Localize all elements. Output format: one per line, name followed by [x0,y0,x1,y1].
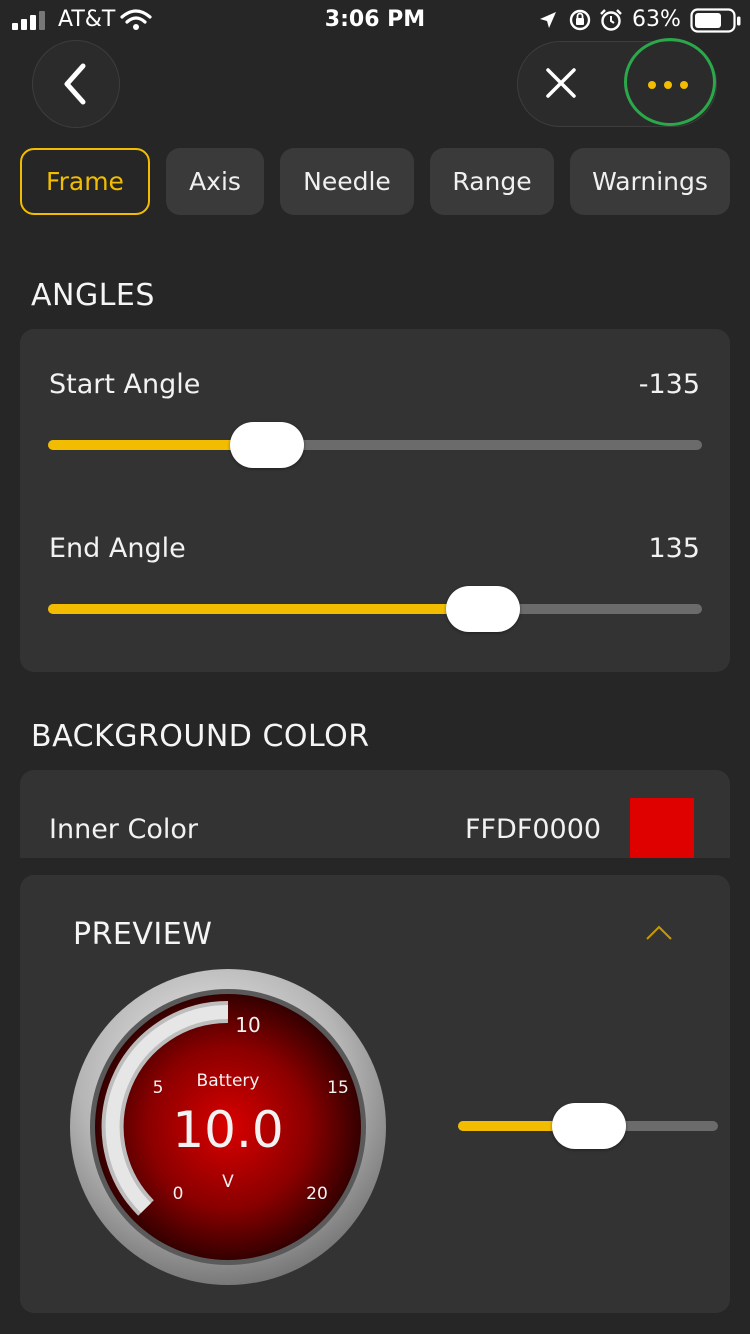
chevron-left-icon [64,63,86,105]
gauge-tick-20: 20 [306,1184,328,1204]
end-angle-slider[interactable] [48,586,702,632]
slider-thumb[interactable] [446,586,520,632]
start-angle-label: Start Angle [49,369,201,400]
start-angle-slider[interactable] [48,422,702,468]
tab-label: Needle [303,167,391,196]
gauge-reading: 10.0 [172,1101,283,1159]
preview-panel: PREVIEW 10 5 15 0 20 Battery 10.0 V [20,875,730,1313]
preview-value-slider[interactable] [458,1103,718,1149]
angles-title: ANGLES [31,278,155,313]
inner-color-swatch[interactable] [630,798,694,858]
battery-icon [690,8,741,33]
end-angle-value: 135 [648,533,700,564]
close-button[interactable] [518,42,606,126]
gauge-tick-0: 0 [173,1184,184,1204]
tab-label: Axis [189,167,241,196]
background-color-card: Inner Color FFDF0000 [20,770,730,858]
tab-warnings[interactable]: Warnings [570,148,730,215]
gauge-tick-15: 15 [327,1078,349,1098]
slider-fill [48,604,482,614]
back-button[interactable] [32,40,120,128]
tab-frame[interactable]: Frame [20,148,150,215]
slider-thumb[interactable] [552,1103,626,1149]
location-icon [540,12,556,28]
tab-label: Frame [46,167,124,196]
gauge-tick-5: 5 [153,1078,164,1098]
preview-title: PREVIEW [73,917,213,952]
highlight-circle [624,38,716,126]
gauge-unit: V [222,1172,234,1192]
tab-needle[interactable]: Needle [280,148,414,215]
inner-color-label: Inner Color [49,814,198,845]
end-angle-label: End Angle [49,533,186,564]
tab-axis[interactable]: Axis [166,148,264,215]
battery-percent: 63% [632,7,681,32]
start-angle-value: -135 [638,369,700,400]
tab-range[interactable]: Range [430,148,554,215]
rotation-lock-icon [569,9,591,31]
alarm-icon [600,9,622,31]
chevron-up-icon[interactable] [639,921,679,945]
gauge-tick-10: 10 [235,1013,260,1037]
tab-label: Warnings [592,167,708,196]
gauge-preview: 10 5 15 0 20 Battery 10.0 V [70,969,386,1285]
close-icon [546,68,576,98]
status-bar: AT&T 3:06 PM 63% [0,0,750,40]
background-color-title: BACKGROUND COLOR [31,719,370,754]
inner-color-value[interactable]: FFDF0000 [465,814,601,845]
gauge-name: Battery [197,1071,260,1091]
angles-card: Start Angle -135 End Angle 135 [20,329,730,672]
slider-thumb[interactable] [230,422,304,468]
tab-label: Range [452,167,532,196]
